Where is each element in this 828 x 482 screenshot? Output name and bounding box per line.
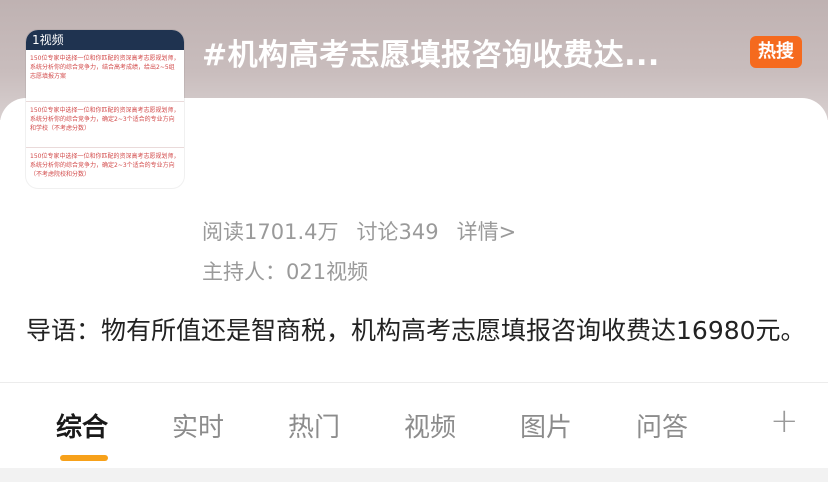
- hot-badge: 热搜: [750, 36, 802, 68]
- topic-intro: 导语：物有所值还是智商税，机构高考志愿填报咨询收费达16980元。: [26, 316, 806, 345]
- thumbnail-text-block: 150位专家中选择一位和你匹配的资深高考志愿规划师，系统分析你的综合竞争力，确定…: [26, 102, 184, 148]
- tab-hot[interactable]: 热门: [288, 407, 340, 444]
- thumbnail-text-block: 150位专家中选择一位和你匹配的资深高考志愿规划师，系统分析你的综合竞争力，确定…: [26, 148, 184, 188]
- bottom-divider: [0, 468, 828, 482]
- topic-stats: 阅读1701.4万 讨论349 详情>: [202, 216, 516, 246]
- discussion-count: 讨论349: [356, 220, 439, 244]
- topic-title[interactable]: #机构高考志愿填报咨询收费达...: [202, 30, 660, 74]
- tab-qa[interactable]: 问答: [636, 407, 688, 444]
- tab-images[interactable]: 图片: [520, 407, 572, 444]
- host-label[interactable]: 主持人：021视频: [202, 256, 368, 286]
- tab-comprehensive[interactable]: 综合: [56, 407, 108, 444]
- active-tab-indicator: [60, 455, 108, 461]
- thumbnail-heading: 1视频: [26, 30, 184, 50]
- read-count: 阅读1701.4万: [202, 220, 339, 244]
- add-tab-icon[interactable]: +: [770, 401, 799, 441]
- tab-bar: 综合 实时 热门 视频 图片 问答 +: [0, 382, 828, 470]
- details-link[interactable]: 详情>: [457, 216, 517, 246]
- tab-video[interactable]: 视频: [404, 407, 456, 444]
- topic-thumbnail[interactable]: 1视频 150位专家中选择一位和你匹配的资深高考志愿规划师，系统分析你的综合竞争…: [26, 30, 184, 188]
- thumbnail-text-block: 150位专家中选择一位和你匹配的资深高考志愿规划师，系统分析你的综合竞争力，结合…: [26, 50, 184, 102]
- tab-realtime[interactable]: 实时: [172, 407, 224, 444]
